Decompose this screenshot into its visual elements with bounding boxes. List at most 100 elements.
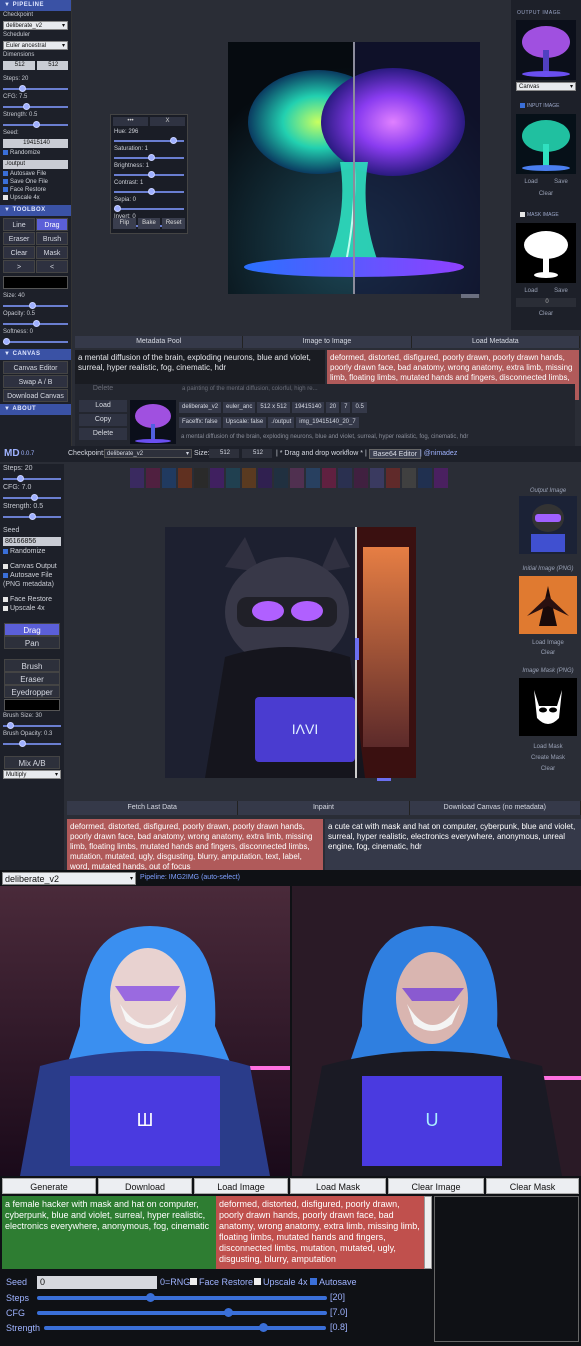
tool-drag-button[interactable]: Drag: [36, 218, 68, 231]
canvas-output-checkbox[interactable]: Canvas Output: [0, 562, 64, 571]
swap-button[interactable]: Swap A / B: [3, 375, 68, 388]
checkpoint-select[interactable]: deliberate_v2: [104, 449, 192, 459]
input-image-checkbox[interactable]: INPUT IMAGE: [517, 102, 559, 110]
history-thumbnail[interactable]: [322, 468, 336, 488]
randomize-checkbox[interactable]: Randomize: [0, 547, 64, 556]
face-restore-checkbox[interactable]: Face Restore: [0, 595, 64, 604]
softness-slider[interactable]: [3, 338, 68, 345]
mask-thumbnail[interactable]: [519, 678, 577, 736]
autosave-checkbox[interactable]: Autosave File: [0, 170, 71, 178]
input-save-link[interactable]: Save: [546, 177, 576, 187]
pool-copy-button[interactable]: Copy: [79, 414, 127, 426]
prev-button[interactable]: <: [36, 260, 68, 273]
flip-button[interactable]: Flip: [113, 218, 136, 229]
history-thumbnail[interactable]: [258, 468, 272, 488]
strength-slider[interactable]: [44, 1326, 326, 1330]
input-clear-link[interactable]: Clear: [516, 189, 576, 199]
sepia-slider[interactable]: [114, 205, 184, 212]
width-input[interactable]: 512: [3, 61, 35, 70]
clear-image-button[interactable]: Clear Image: [388, 1178, 484, 1194]
mask-clear-link[interactable]: Clear: [515, 764, 581, 774]
brightness-slider[interactable]: [114, 171, 184, 178]
pool-load-button[interactable]: Load: [79, 400, 127, 412]
author-link[interactable]: | @nimadez: [420, 446, 457, 462]
tool-eraser-button[interactable]: Eraser: [3, 232, 35, 245]
canvas-resize-handle[interactable]: [461, 294, 479, 298]
seed-input[interactable]: 19415140: [3, 139, 68, 148]
eraser-button[interactable]: Eraser: [4, 672, 60, 685]
tool-mask-button[interactable]: Mask: [36, 246, 68, 259]
history-thumbnail[interactable]: [338, 468, 352, 488]
toolbox-header[interactable]: ▼ TOOLBOX: [0, 205, 71, 216]
next-button[interactable]: >: [3, 260, 35, 273]
reset-button[interactable]: Reset: [162, 218, 186, 229]
input-image[interactable]: Ш: [0, 886, 290, 1176]
steps-slider[interactable]: [3, 475, 61, 482]
hue-slider[interactable]: [114, 137, 184, 144]
mask-thumbnail[interactable]: [516, 223, 576, 283]
contrast-slider[interactable]: [114, 188, 184, 195]
negative-scrollbar[interactable]: [424, 1196, 432, 1269]
canvas-image[interactable]: [228, 42, 480, 294]
load-mask-button[interactable]: Load Mask: [290, 1178, 386, 1194]
autosave-checkbox[interactable]: Autosave: [310, 1276, 357, 1288]
canvas-resize-handle[interactable]: [377, 778, 391, 781]
face-restore-checkbox[interactable]: Face Restore: [190, 1276, 253, 1288]
download-canvas-button[interactable]: Download Canvas (no metadata): [409, 801, 581, 815]
brush-opacity-slider[interactable]: [3, 740, 61, 747]
fetch-last-data-button[interactable]: Fetch Last Data: [67, 801, 239, 815]
pipeline-header[interactable]: ▼ PIPELINE: [0, 0, 71, 11]
opacity-slider[interactable]: [3, 320, 68, 327]
history-thumbnail[interactable]: [274, 468, 288, 488]
prompt-textarea[interactable]: a female hacker with mask and hat on com…: [2, 1196, 216, 1269]
history-thumbnail[interactable]: [306, 468, 320, 488]
history-thumbnail[interactable]: [162, 468, 176, 488]
size-width-input[interactable]: 512: [209, 449, 239, 458]
size-slider[interactable]: [3, 302, 68, 309]
mask-load-link[interactable]: Load: [516, 286, 546, 296]
history-thumbnail[interactable]: [418, 468, 432, 488]
about-header[interactable]: ▼ ABOUT: [0, 404, 71, 415]
mix-ab-button[interactable]: Mix A/B: [4, 756, 60, 769]
steps-slider[interactable]: [37, 1296, 327, 1300]
face-restore-checkbox[interactable]: Face Restore: [0, 186, 71, 194]
history-thumbnail[interactable]: [434, 468, 448, 488]
save-one-checkbox[interactable]: Save One File: [0, 178, 71, 186]
upscale-checkbox[interactable]: Upscale 4x: [0, 194, 71, 202]
autosave-checkbox[interactable]: Autosave File: [0, 571, 64, 580]
randomize-checkbox[interactable]: Randomize: [0, 149, 71, 157]
checkpoint-select[interactable]: deliberate_v2: [3, 21, 68, 31]
canvas-header[interactable]: ▼ CANVAS: [0, 349, 71, 360]
load-mask-link[interactable]: Load Mask: [515, 742, 581, 752]
strength-slider[interactable]: [3, 513, 61, 520]
history-thumbnail[interactable]: [226, 468, 240, 488]
mask-value-input[interactable]: 0: [516, 298, 576, 307]
scheduler-select[interactable]: Euler ancestral: [3, 41, 68, 51]
output-thumbnail[interactable]: [519, 496, 577, 554]
history-thumbnail[interactable]: [354, 468, 368, 488]
seed-input[interactable]: 86166856: [3, 537, 61, 546]
cfg-slider[interactable]: [37, 1311, 327, 1315]
negative-prompt-textarea[interactable]: deformed, distorted, disfigured, poorly …: [216, 1196, 424, 1269]
create-mask-link[interactable]: Create Mask: [515, 753, 581, 763]
strength-slider-knob[interactable]: [259, 1323, 268, 1332]
clear-mask-button[interactable]: Clear Mask: [486, 1178, 579, 1194]
inpaint-button[interactable]: Inpaint: [238, 801, 410, 815]
output-path-input[interactable]: ./output: [3, 160, 68, 169]
output-thumbnail[interactable]: [516, 20, 576, 80]
steps-slider-knob[interactable]: [146, 1293, 155, 1302]
brush-button[interactable]: Brush: [4, 659, 60, 672]
color-swatch[interactable]: [3, 276, 68, 289]
download-canvas-button[interactable]: Download Canvas: [3, 389, 68, 402]
generate-button[interactable]: Generate: [2, 1178, 96, 1194]
history-thumbnail[interactable]: [386, 468, 400, 488]
history-thumbnail[interactable]: [194, 468, 208, 488]
upscale-checkbox[interactable]: Upscale 4x: [0, 604, 64, 613]
blend-mode-select[interactable]: Multiply: [3, 770, 61, 780]
tab-load-metadata[interactable]: Load Metadata: [411, 336, 580, 348]
mask-clear-link[interactable]: Clear: [516, 309, 576, 319]
initial-clear-link[interactable]: Clear: [515, 648, 581, 658]
size-height-input[interactable]: 512: [242, 449, 272, 458]
mask-image-checkbox[interactable]: MASK IMAGE: [517, 211, 559, 219]
history-thumbnail[interactable]: [178, 468, 192, 488]
